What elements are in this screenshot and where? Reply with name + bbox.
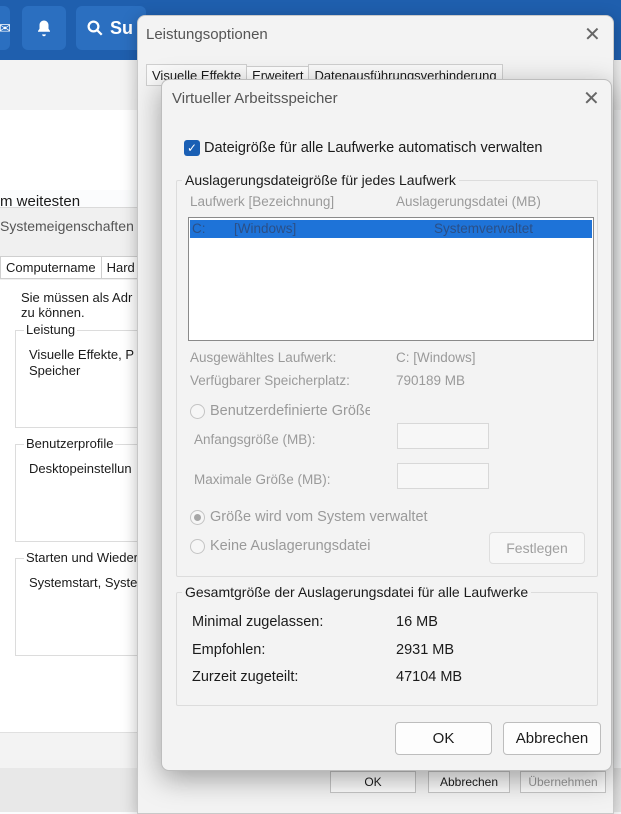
paging-group-caption: Auslagerungsdateigröße für jedes Laufwer… [182, 172, 459, 188]
initial-size-label: Anfangsgröße (MB): [194, 432, 316, 447]
auto-manage-checkbox[interactable]: ✓ [184, 140, 200, 156]
min-allowed-value: 16 MB [396, 614, 438, 630]
startup-recovery-group: Starten und Wieder Systemstart, Syste [15, 550, 157, 656]
apply-button[interactable]: Übernehmen [520, 771, 606, 793]
performance-group: Leistung Visuelle Effekte, P Speicher [15, 322, 157, 428]
column-header-drive: Laufwerk [Bezeichnung] [190, 194, 335, 209]
drive-label: [Windows] [234, 221, 297, 236]
drive-list[interactable]: C: [Windows] Systemverwaltet [188, 217, 594, 341]
group-text: Systemstart, Syste [29, 575, 138, 590]
advanced-tab-page: Sie müssen als Adr zu können. Leistung V… [0, 280, 157, 750]
page-content-area [0, 110, 140, 190]
free-space-value: 790189 MB [396, 373, 466, 388]
list-item[interactable]: C: [Windows] Systemverwaltet [190, 220, 592, 238]
group-text: Speicher [29, 363, 81, 378]
search-button[interactable]: Su [76, 6, 146, 50]
group-caption: Benutzerprofile [24, 436, 116, 451]
free-space-label: Verfügbarer Speicherplatz: [190, 373, 350, 388]
system-properties-tabs: Computername Hard [0, 256, 141, 280]
close-icon[interactable]: ✕ [584, 25, 601, 45]
group-text: Visuelle Effekte, P [29, 347, 135, 362]
cancel-button[interactable]: Abbrechen [503, 722, 601, 755]
selected-drive-value: C: [Windows] [396, 350, 476, 365]
tab-hardware[interactable]: Hard [100, 256, 141, 279]
no-pagefile-radio[interactable] [190, 539, 205, 554]
mail-icon: ✉ [0, 19, 11, 36]
search-label: Su [110, 17, 134, 38]
system-properties-footer [0, 732, 160, 769]
no-pagefile-label[interactable]: Keine Auslagerungsdatei [210, 538, 370, 554]
ok-button[interactable]: OK [395, 722, 492, 755]
bell-icon [38, 20, 50, 37]
auto-manage-label[interactable]: Dateigröße für alle Laufwerke automatisc… [204, 140, 543, 156]
group-caption: Leistung [24, 322, 78, 337]
tab-computername[interactable]: Computername [0, 256, 102, 279]
recommended-label: Empfohlen: [192, 642, 266, 658]
group-caption: Starten und Wieder [24, 550, 141, 565]
user-profiles-group: Benutzerprofile Desktopeinstellun [15, 436, 157, 542]
system-properties-window: Systemeigenschaften Computername Hard Sie… [0, 207, 157, 768]
window-title: Systemeigenschaften [0, 218, 134, 234]
drive-letter: C: [192, 221, 206, 236]
column-header-pagefile: Auslagerungsdatei (MB) [396, 194, 541, 209]
min-allowed-label: Minimal zugelassen: [192, 614, 324, 630]
drive-pagefile: Systemverwaltet [434, 221, 534, 236]
total-group-caption: Gesamtgröße der Auslagerungsdatei für al… [182, 584, 532, 600]
recommended-value: 2931 MB [396, 642, 455, 658]
custom-size-label[interactable]: Benutzerdefinierte Größe [210, 403, 370, 419]
set-button[interactable]: Festlegen [489, 532, 585, 564]
notifications-button[interactable] [22, 6, 66, 50]
dialog-title: Virtueller Arbeitsspeicher [172, 90, 338, 107]
system-managed-label[interactable]: Größe wird vom System verwaltet [210, 509, 428, 525]
allocated-label: Zurzeit zugeteilt: [192, 669, 299, 685]
custom-size-radio[interactable] [190, 404, 205, 419]
ok-button[interactable]: OK [330, 771, 416, 793]
allocated-value: 47104 MB [396, 669, 463, 685]
search-icon [87, 20, 103, 36]
max-size-label: Maximale Größe (MB): [194, 472, 331, 487]
admin-note-line1: Sie müssen als Adr [21, 290, 133, 305]
cancel-button[interactable]: Abbrechen [428, 771, 510, 793]
group-text: Desktopeinstellun [29, 461, 132, 476]
initial-size-input[interactable] [397, 423, 489, 449]
virtual-memory-dialog: Virtueller Arbeitsspeicher ✕ ✓ Dateigröß… [161, 79, 612, 771]
admin-note-line2: zu können. [21, 305, 85, 320]
window-title: Leistungsoptionen [146, 26, 268, 43]
close-icon[interactable]: ✕ [583, 89, 600, 109]
max-size-input[interactable] [397, 463, 489, 489]
mail-button[interactable]: ✉ [0, 6, 11, 50]
selected-drive-label: Ausgewähltes Laufwerk: [190, 350, 337, 365]
system-managed-radio[interactable] [190, 510, 205, 525]
